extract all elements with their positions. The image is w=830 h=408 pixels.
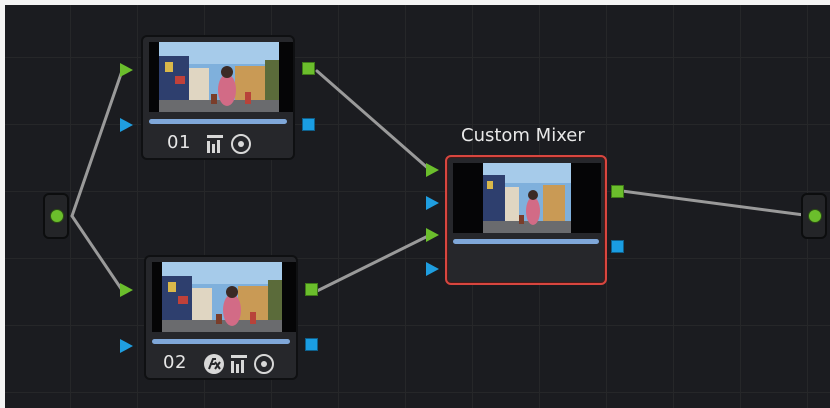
mixer-rgb-input-port-1[interactable] [426,163,439,177]
target-icon [230,133,252,159]
node02-progress-bar [152,339,290,344]
wire-source-to-node01 [70,69,124,218]
node02-thumbnail [152,262,296,332]
histogram-icon [231,355,247,377]
output-input-port[interactable] [808,209,822,223]
wire-node02-to-mixer [315,233,432,293]
histogram-icon [207,135,223,157]
node01-thumbnail [149,42,293,112]
mixer-rgb-output-port[interactable] [611,185,624,198]
node02-alpha-output-port[interactable] [305,338,318,351]
node01-alpha-output-port[interactable] [302,118,315,131]
node01-rgb-output-port[interactable] [302,62,315,75]
mixer-rgb-input-port-2[interactable] [426,228,439,242]
mixer-title: Custom Mixer [461,125,585,146]
mixer-thumbnail [453,163,601,233]
output-node[interactable] [801,193,827,239]
target-icon [253,353,275,379]
mixer-progress-bar [453,239,599,244]
node-graph-canvas[interactable]: 01 02 Custom Mixer [5,5,830,408]
node-02[interactable]: 02 [144,255,298,380]
mixer-alpha-input-port-1[interactable] [426,196,439,210]
wire-mixer-to-output [620,189,806,217]
fx-icon [203,353,225,379]
mixer-alpha-input-port-2[interactable] [426,262,439,276]
source-node[interactable] [43,193,69,239]
node02-rgb-output-port[interactable] [305,283,318,296]
node02-label: 02 [163,352,187,373]
node01-label: 01 [167,132,191,153]
node-01[interactable]: 01 [141,35,295,160]
wire-source-to-node02 [70,214,124,292]
node02-rgb-input-port[interactable] [120,283,133,297]
source-output-port[interactable] [50,209,64,223]
custom-mixer-node[interactable] [445,155,607,285]
node01-progress-bar [149,119,287,124]
node01-rgb-input-port[interactable] [120,63,133,77]
node02-alpha-input-port[interactable] [120,339,133,353]
node01-alpha-input-port[interactable] [120,118,133,132]
wire-node01-to-mixer [315,69,432,172]
mixer-alpha-output-port[interactable] [611,240,624,253]
